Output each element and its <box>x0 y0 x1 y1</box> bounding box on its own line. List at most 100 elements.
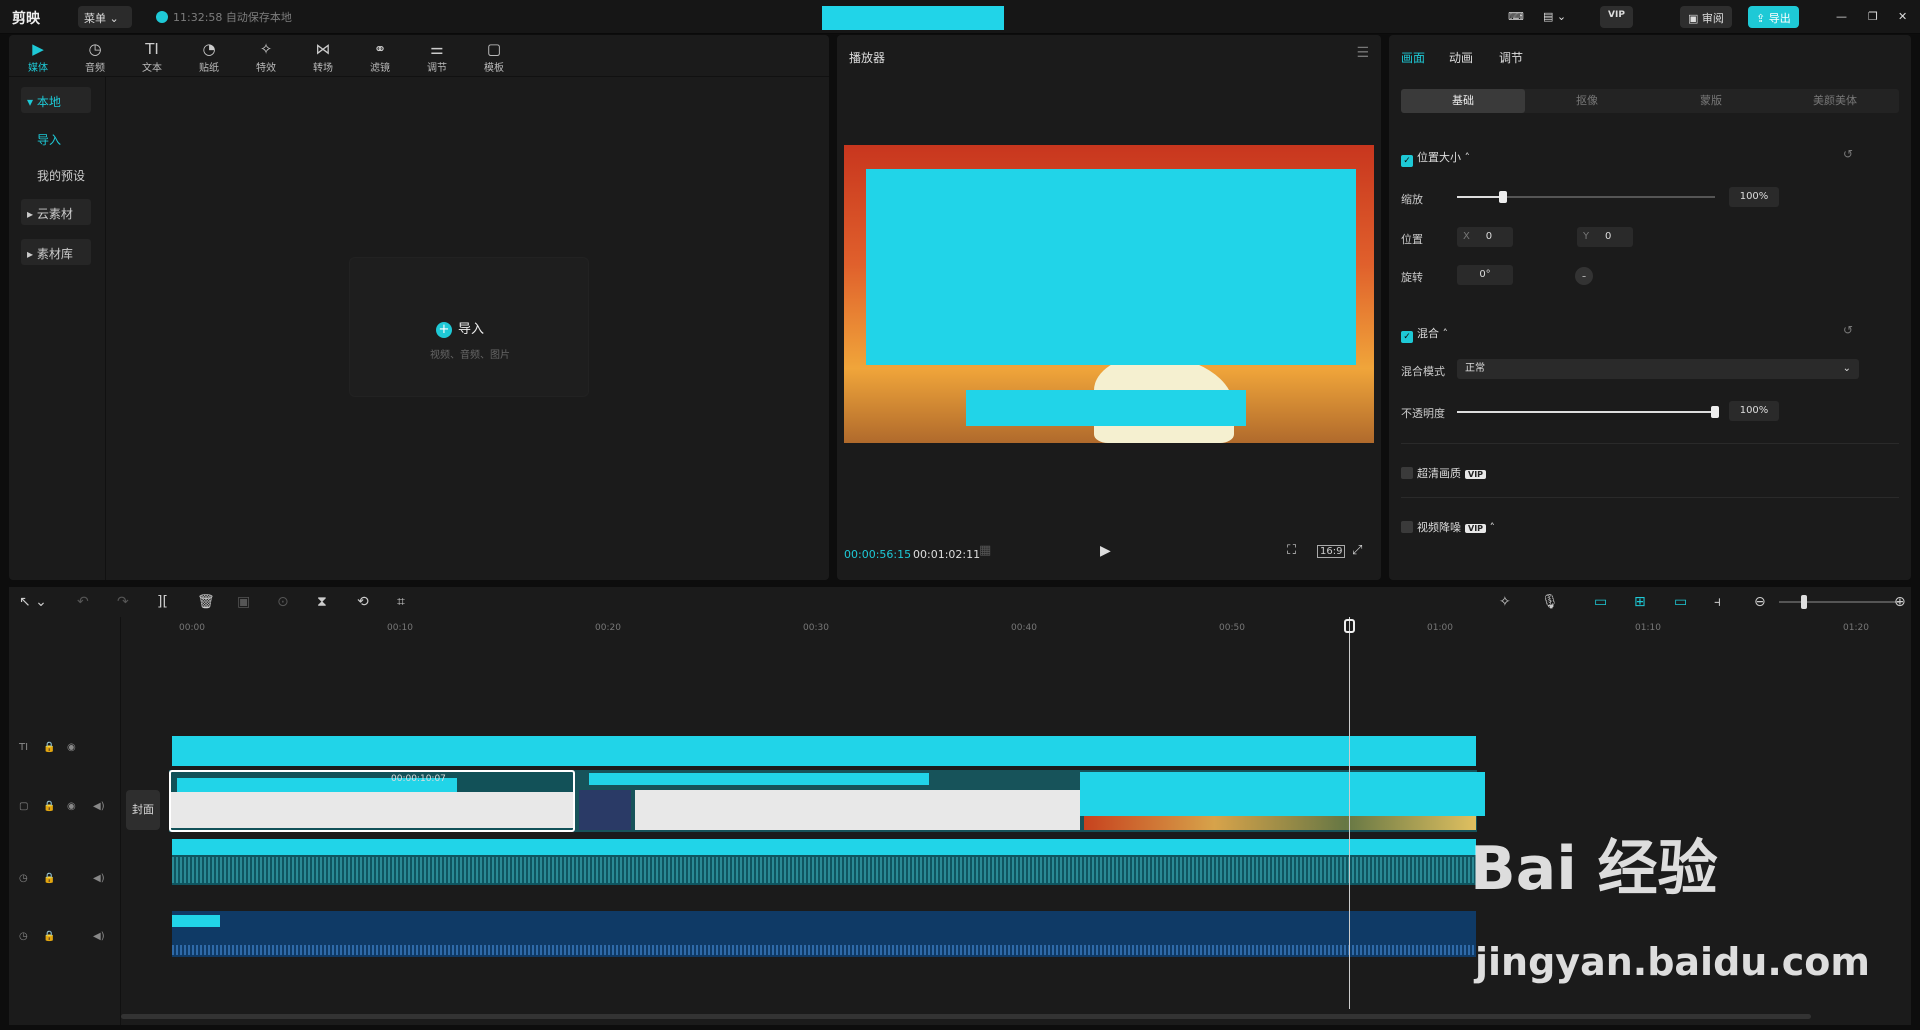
blend-mode-select[interactable]: 正常 ⌄ <box>1457 359 1859 379</box>
position-size-section[interactable]: ✓ 位置大小 ˄ <box>1401 149 1470 167</box>
sidebar-item-library[interactable]: ▸ 素材库 <box>21 239 91 265</box>
speaker-icon[interactable]: ◀) <box>93 873 105 884</box>
vip-button[interactable]: VIP <box>1600 6 1633 28</box>
delete-icon[interactable]: 🗑 <box>197 594 215 610</box>
scale-slider-handle[interactable] <box>1499 191 1507 203</box>
checkbox-icon[interactable]: ✓ <box>1401 155 1413 167</box>
aspect-ratio-button[interactable]: 16:9 <box>1317 545 1346 558</box>
redo-icon[interactable]: ↷ <box>117 594 129 610</box>
fullscreen-icon[interactable]: ⤢ <box>1352 543 1362 558</box>
rotate-input[interactable]: 0° <box>1457 265 1513 285</box>
opacity-input[interactable]: 100% <box>1729 401 1779 421</box>
lock-icon[interactable]: 🔒 <box>43 742 55 753</box>
zoom-slider[interactable] <box>1779 595 1899 609</box>
rotate-dial-icon[interactable]: - <box>1575 267 1593 285</box>
sidebar-item-local[interactable]: ▾ 本地 <box>21 87 91 113</box>
sidebar-item-my-presets[interactable]: 我的预设 <box>21 161 91 187</box>
reset-icon[interactable]: ↺ <box>1843 147 1853 161</box>
layout-icon[interactable]: ▤ ⌄ <box>1535 6 1574 28</box>
subtab-beauty[interactable]: 美颜美体 <box>1773 89 1897 113</box>
grid-icon[interactable]: ▦ <box>979 543 991 558</box>
close-icon[interactable]: ✕ <box>1890 6 1915 28</box>
position-y-input[interactable]: Y 0 <box>1577 227 1633 247</box>
timeline-scrollbar[interactable] <box>121 1014 1811 1019</box>
tab-transition[interactable]: ⋈ 转场 <box>298 39 348 74</box>
speaker-icon[interactable]: ◀) <box>93 801 105 812</box>
opacity-slider-handle[interactable] <box>1711 406 1719 418</box>
zoom-out-icon[interactable]: ⊖ <box>1754 594 1766 610</box>
screenshot-icon[interactable]: ⛶ <box>1287 543 1296 558</box>
split-icon[interactable]: ][ <box>157 594 168 610</box>
audio-clip-music[interactable] <box>172 911 1476 957</box>
checkbox-icon[interactable] <box>1401 521 1413 533</box>
sidebar-item-cloud[interactable]: ▸ 云素材 <box>21 199 91 225</box>
subtab-basic[interactable]: 基础 <box>1401 89 1525 113</box>
scale-input[interactable]: 100% <box>1729 187 1779 207</box>
preview-axis-icon[interactable]: ⊞ <box>1634 594 1646 610</box>
import-drop-zone[interactable]: + 导入 视频、音频、图片 <box>349 257 589 397</box>
scale-slider[interactable] <box>1457 191 1715 203</box>
lock-icon[interactable]: 🔒 <box>43 801 55 812</box>
checkbox-icon[interactable]: ✓ <box>1401 331 1413 343</box>
time-ruler[interactable]: 00:00 00:10 00:20 00:30 00:40 00:50 01:0… <box>121 617 1911 637</box>
tab-sticker[interactable]: ◔ 贴纸 <box>184 39 234 74</box>
microphone-icon[interactable]: 🎙 <box>1541 594 1559 610</box>
tab-picture[interactable]: 画面 <box>1401 49 1425 66</box>
shortcut-icon[interactable]: ⌨ <box>1500 6 1532 28</box>
undo-icon[interactable]: ↶ <box>77 594 89 610</box>
lock-icon[interactable]: 🔒 <box>43 873 55 884</box>
play-button[interactable]: ▶ <box>1100 543 1111 559</box>
denoise-toggle[interactable]: 视频降噪 VIP ˄ <box>1401 519 1495 535</box>
split-view-icon[interactable]: ⫞ <box>1714 594 1721 610</box>
tab-adjustment[interactable]: 调节 <box>1499 49 1523 66</box>
menu-icon[interactable]: ☰ <box>1356 45 1369 61</box>
rotate-icon[interactable]: ⟲ <box>357 594 369 610</box>
maximize-icon[interactable]: ❐ <box>1860 6 1886 28</box>
position-x-input[interactable]: X 0 <box>1457 227 1513 247</box>
blend-section[interactable]: ✓ 混合 ˄ <box>1401 325 1448 343</box>
link-main-track-icon[interactable]: ▭ <box>1594 594 1607 610</box>
playhead-handle[interactable] <box>1344 619 1355 633</box>
video-clip-redacted[interactable] <box>1080 772 1485 816</box>
video-clip[interactable] <box>635 790 1080 830</box>
project-title-redacted[interactable] <box>822 6 1004 30</box>
minimize-icon[interactable]: — <box>1828 6 1855 28</box>
snap-icon[interactable]: ▭ <box>1674 594 1687 610</box>
eye-icon[interactable]: ◉ <box>67 742 76 753</box>
tab-filter[interactable]: ⚭ 滤镜 <box>355 39 405 74</box>
video-clip-thumbnail[interactable] <box>579 790 631 830</box>
cover-button[interactable]: 封面 <box>126 790 160 830</box>
import-button[interactable]: + 导入 <box>436 318 484 338</box>
zoom-in-icon[interactable]: ⊕ <box>1894 594 1906 610</box>
subtab-cutout[interactable]: 抠像 <box>1525 89 1649 113</box>
freeze-icon[interactable]: ▣ <box>237 594 250 610</box>
checkbox-icon[interactable] <box>1401 467 1413 479</box>
opacity-slider[interactable] <box>1457 406 1719 418</box>
speaker-icon[interactable]: ◀) <box>93 931 105 942</box>
reset-icon[interactable]: ↺ <box>1843 323 1853 337</box>
crop-icon[interactable]: ⌗ <box>397 594 405 610</box>
tab-animation[interactable]: 动画 <box>1449 49 1473 66</box>
mirror-icon[interactable]: ⧗ <box>317 594 327 610</box>
lock-icon[interactable]: 🔒 <box>43 931 55 942</box>
sidebar-item-import[interactable]: 导入 <box>21 125 91 151</box>
auto-caption-icon[interactable]: ✧ <box>1499 594 1511 610</box>
super-resolution-toggle[interactable]: 超清画质 VIP <box>1401 465 1487 481</box>
tab-adjust[interactable]: ⚌ 调节 <box>412 39 462 74</box>
reverse-icon[interactable]: ⊙ <box>277 594 289 610</box>
tab-effects[interactable]: ✧ 特效 <box>241 39 291 74</box>
tab-media[interactable]: ▶ 媒体 <box>13 39 63 74</box>
tab-text[interactable]: TI 文本 <box>127 39 177 74</box>
eye-icon[interactable]: ◉ <box>67 801 76 812</box>
subtab-mask[interactable]: 蒙版 <box>1649 89 1773 113</box>
playhead[interactable] <box>1349 617 1350 1009</box>
zoom-slider-handle[interactable] <box>1801 595 1807 609</box>
select-tool-icon[interactable]: ↖ ⌄ <box>19 594 47 610</box>
main-menu-button[interactable]: 菜单 ⌄ <box>78 6 132 28</box>
tab-template[interactable]: ▢ 模板 <box>469 39 519 74</box>
audio-clip[interactable] <box>172 839 1476 885</box>
video-preview[interactable] <box>844 145 1374 443</box>
export-button[interactable]: ⇪ 导出 <box>1748 6 1799 28</box>
tab-audio[interactable]: ◷ 音频 <box>70 39 120 74</box>
video-clip-selected[interactable]: 00:00:10:07 <box>169 770 575 832</box>
